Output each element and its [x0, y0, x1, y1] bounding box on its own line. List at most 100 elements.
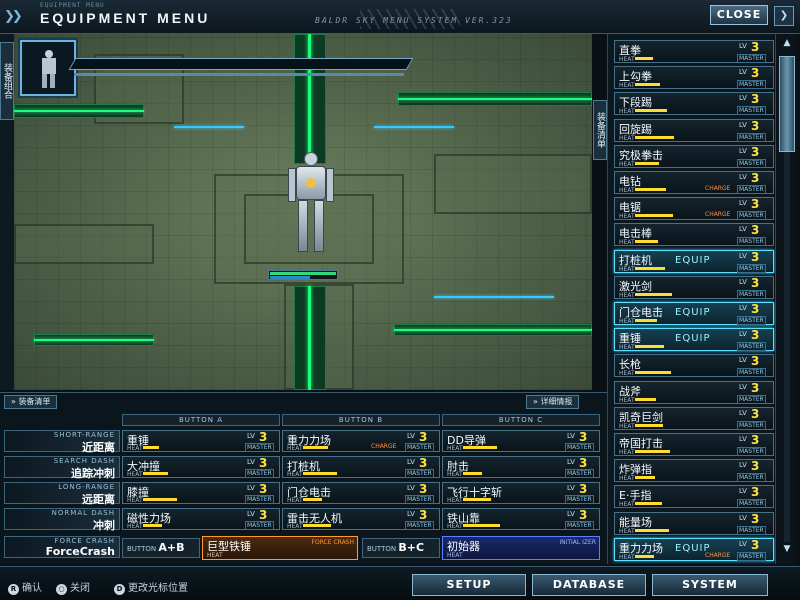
weapon-list-item[interactable]: 能量场 LV 3 HEAT MASTER	[614, 511, 774, 535]
level-value: 3	[751, 118, 760, 133]
equipment-slot[interactable]: 飞行十字斩 LV 3 HEAT MASTER	[442, 482, 600, 504]
weapon-list-item[interactable]: 究极拳击 LV 3 HEAT MASTER	[614, 144, 774, 168]
heat-label: HEAT	[619, 501, 635, 509]
equipment-slot[interactable]: 肘击 LV 3 HEAT MASTER	[442, 456, 600, 478]
equipment-slot[interactable]: 膝撞 LV 3 HEAT MASTER	[122, 482, 280, 504]
equipment-slot[interactable]: 打桩机 LV 3 HEAT MASTER	[282, 456, 440, 478]
level-label: LV	[739, 513, 747, 522]
heat-bar	[635, 476, 655, 480]
master-badge: MASTER	[737, 342, 766, 352]
level-label: LV	[739, 382, 747, 391]
equipment-slot[interactable]: 磁性力场 LV 3 HEAT MASTER	[122, 508, 280, 530]
master-badge: MASTER	[405, 495, 434, 504]
weapon-list-item[interactable]: 回旋踢 LV 3 HEAT MASTER	[614, 118, 774, 142]
master-badge: MASTER	[737, 499, 766, 509]
row-label-en: SEARCH DASH	[53, 457, 115, 465]
tab-detail-info[interactable]: » 详细情报	[526, 395, 580, 409]
level-value: 3	[751, 485, 760, 500]
master-badge: MASTER	[405, 443, 434, 452]
page-title: EQUIPMENT MENU	[40, 10, 211, 26]
heat-label: HEAT	[447, 471, 463, 478]
heat-bar	[635, 109, 667, 113]
equipment-slot[interactable]: DD导弹 LV 3 HEAT MASTER	[442, 430, 600, 452]
close-button[interactable]: CLOSE	[710, 5, 768, 25]
setup-button[interactable]: SETUP	[412, 574, 526, 596]
close-arrow-icon[interactable]: ❯	[774, 6, 794, 26]
level-value: 3	[751, 406, 760, 421]
equipment-slot[interactable]: 铁山靠 LV 3 HEAT MASTER	[442, 508, 600, 530]
level-label: LV	[739, 146, 747, 155]
master-badge: MASTER	[565, 495, 594, 504]
weapon-list-item[interactable]: 激光剑 LV 3 HEAT MASTER	[614, 275, 774, 299]
heat-bar	[303, 446, 328, 449]
equipment-slot[interactable]: 重锤 LV 3 HEAT MASTER	[122, 430, 280, 452]
weapon-list-item[interactable]: 重锤 EQUIP LV 3 HEAT MASTER	[614, 328, 774, 352]
heat-bar	[143, 498, 177, 501]
tab-equipment-list-bottom[interactable]: » 装备清单	[4, 395, 58, 409]
level-label: LV	[407, 458, 415, 466]
weapon-list-item[interactable]: 凯奇巨剑 LV 3 HEAT MASTER	[614, 406, 774, 430]
weapon-list-item[interactable]: 电钻 LV 3 HEAT CHARGE MASTER	[614, 171, 774, 194]
weapon-list-item[interactable]: 战斧 LV 3 HEAT MASTER	[614, 380, 774, 404]
weapon-list-item[interactable]: 下段踢 LV 3 HEAT MASTER	[614, 92, 774, 116]
level-value: 3	[751, 511, 760, 526]
equipment-slot[interactable]: 雷击无人机 LV 3 HEAT MASTER	[282, 508, 440, 530]
heat-label: HEAT	[447, 497, 463, 504]
heat-bar	[635, 240, 658, 244]
heat-bar	[463, 446, 497, 449]
weapon-list-item[interactable]: 上勾拳 LV 3 HEAT MASTER	[614, 66, 774, 90]
level-label: LV	[247, 458, 255, 466]
master-badge: MASTER	[565, 521, 594, 530]
weapon-list-item[interactable]: 长枪 LV 3 HEAT MASTER	[614, 354, 774, 378]
level-label: LV	[247, 432, 255, 440]
equipment-slot[interactable]: 大冲撞 LV 3 HEAT MASTER	[122, 456, 280, 478]
database-button[interactable]: DATABASE	[532, 574, 646, 596]
weapon-list-scrollbar[interactable]: ▲ ▼	[775, 34, 797, 564]
scrollbar-thumb[interactable]	[779, 56, 795, 152]
level-label: LV	[247, 484, 255, 492]
heat-bar	[635, 161, 659, 165]
heat-label: HEAT	[447, 445, 463, 452]
weapon-list-item[interactable]: E·手指 LV 3 HEAT MASTER	[614, 485, 774, 509]
equipment-slot[interactable]: 门仓电击 LV 3 HEAT MASTER	[282, 482, 440, 504]
level-value: 3	[751, 537, 760, 552]
weapon-list-item[interactable]: 电击棒 LV 3 HEAT MASTER	[614, 223, 774, 247]
level-value: 3	[751, 249, 760, 264]
force-crash-slot[interactable]: 巨型铁锤 FORCE CRASH HEAT	[202, 536, 358, 560]
equipment-slot[interactable]: 重力力场 LV 3 HEAT CHARGE MASTER	[282, 430, 440, 452]
master-badge: MASTER	[737, 447, 766, 456]
scroll-down-icon[interactable]: ▼	[778, 544, 796, 558]
weapon-list-item[interactable]: 帝国打击 LV 3 HEAT MASTER	[614, 433, 774, 456]
initializer-tag: INITIAL IZER	[559, 539, 596, 546]
weapon-list-item[interactable]: 打桩机 EQUIP LV 3 HEAT MASTER	[614, 249, 774, 273]
character-name-bar	[68, 58, 414, 70]
level-label: LV	[407, 510, 415, 518]
weapon-list-item[interactable]: 电锯 LV 3 HEAT CHARGE MASTER	[614, 197, 774, 221]
row-label-zh: 追踪冲刺	[71, 467, 115, 480]
heat-bar	[463, 472, 482, 475]
mech-character	[286, 152, 336, 262]
initializer-slot[interactable]: 初始器 INITIAL IZER HEAT	[442, 536, 600, 560]
row-label: NORMAL DASH 冲刺	[4, 508, 120, 532]
system-button[interactable]: SYSTEM	[652, 574, 768, 596]
scroll-up-icon[interactable]: ▲	[778, 38, 796, 52]
heat-bar	[143, 524, 162, 527]
heat-label: HEAT	[127, 497, 143, 504]
weapon-list-item[interactable]: 炸弹指 LV 3 HEAT MASTER	[614, 459, 774, 483]
level-label: LV	[739, 487, 747, 496]
level-label: LV	[567, 510, 575, 518]
weapon-list-item[interactable]: 直拳 LV 3 HEAT MASTER	[614, 40, 774, 63]
hint-text: 更改光标位置	[128, 583, 188, 594]
heat-label: HEAT	[619, 265, 635, 273]
weapon-list-item[interactable]: 门仓电击 EQUIP LV 3 HEAT MASTER	[614, 302, 774, 325]
master-badge: MASTER	[737, 237, 766, 247]
heat-label: HEAT	[619, 527, 635, 535]
scrollbar-track[interactable]	[784, 152, 790, 542]
level-value: 3	[579, 430, 588, 444]
row-label: SHORT-RANGE 近距离	[4, 430, 120, 454]
tab-equipment-list[interactable]: 装备清单	[593, 100, 607, 160]
weapon-list-item[interactable]: 重力力场 EQUIP LV 3 HEAT CHARGE MASTER	[614, 537, 774, 561]
level-value: 3	[751, 197, 760, 212]
master-badge: MASTER	[405, 469, 434, 478]
tab-equipment-combo[interactable]: 装备组合	[0, 42, 14, 120]
